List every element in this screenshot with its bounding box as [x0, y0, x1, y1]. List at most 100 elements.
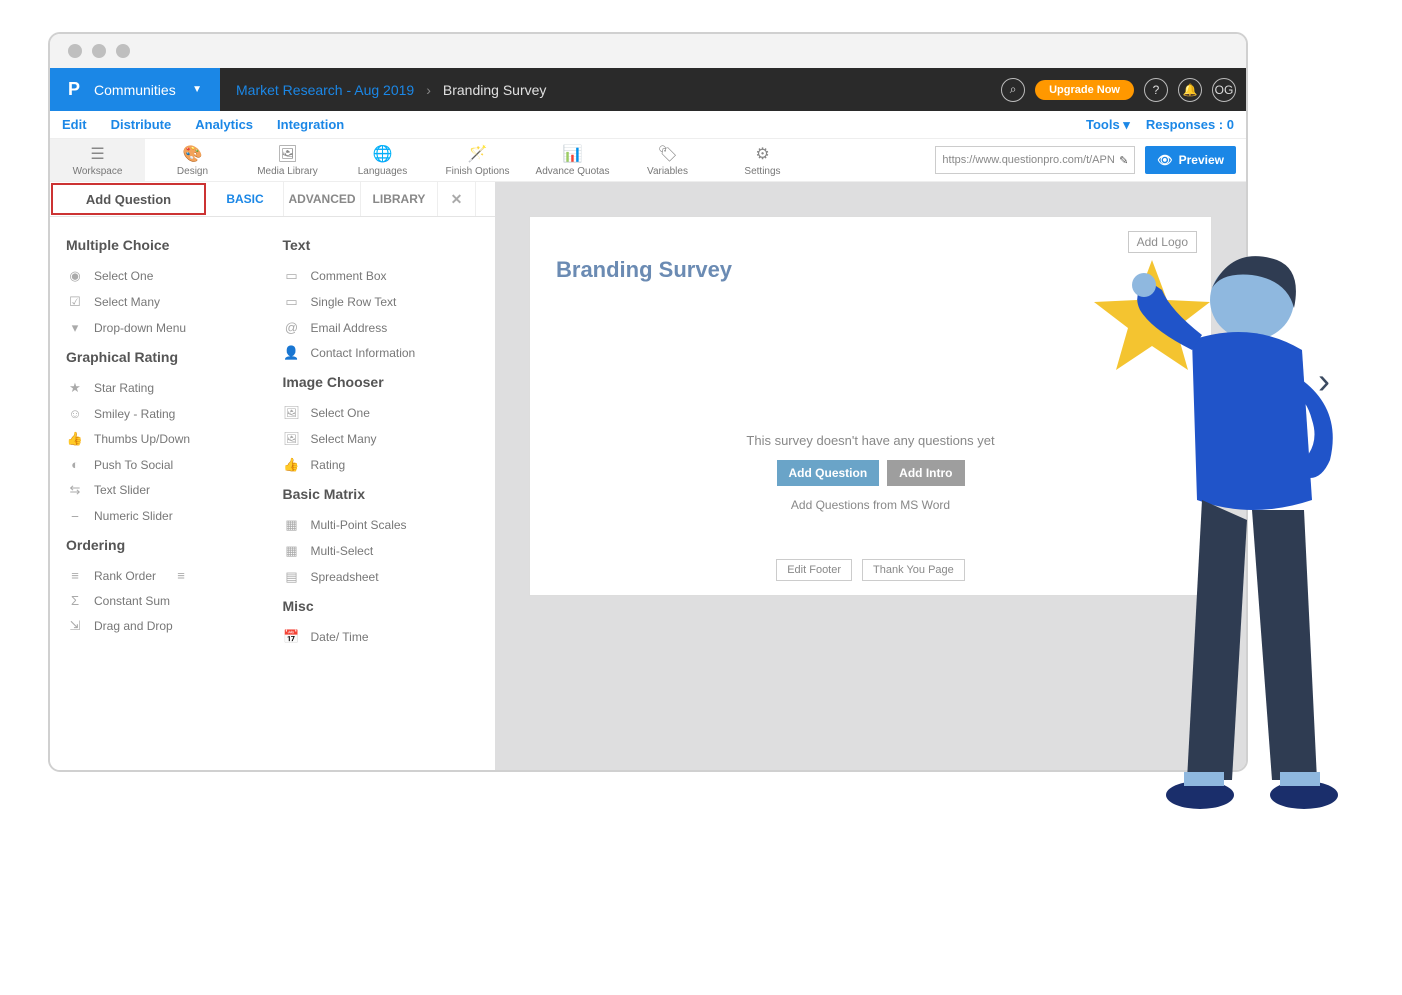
chevron-right-icon: › [426, 82, 431, 98]
subnav-edit[interactable]: Edit [62, 117, 87, 132]
eye-icon: 👁 [1157, 153, 1172, 167]
add-question-button[interactable]: Add Question [777, 460, 880, 486]
checkbox-icon: ☑ [66, 294, 84, 310]
survey-canvas: Add Logo Branding Survey This survey doe… [495, 182, 1246, 770]
topnav-right: ⌕ Upgrade Now ? 🔔 OG [1001, 78, 1246, 102]
breadcrumb: Market Research - Aug 2019 › Branding Su… [220, 82, 546, 98]
edit-footer-button[interactable]: Edit Footer [776, 559, 852, 581]
search-icon[interactable]: ⌕ [1001, 78, 1025, 102]
qtype-rank-order[interactable]: ≡Rank Order≡ [66, 563, 263, 588]
toolbar-media-library[interactable]: 🖼Media Library [240, 139, 335, 181]
tab-basic[interactable]: BASIC [207, 182, 284, 216]
pencil-icon[interactable]: ✎ [1119, 154, 1128, 167]
qtype-select-many[interactable]: ☑Select Many [66, 289, 263, 315]
toolbar-design[interactable]: 🎨Design [145, 139, 240, 181]
close-panel-icon[interactable]: ✕ [438, 182, 476, 216]
survey-url: https://www.questionpro.com/t/APNIFZ [942, 154, 1115, 166]
brand-selector[interactable]: P Communities ▼ [50, 68, 220, 111]
survey-title[interactable]: Branding Survey [556, 257, 1185, 283]
toolbar-finish-options[interactable]: 🪄Finish Options [430, 139, 525, 181]
drag-icon: ⇲ [66, 618, 84, 634]
grid-icon: ▦ [283, 517, 301, 533]
breadcrumb-project[interactable]: Market Research - Aug 2019 [236, 82, 414, 98]
qtype-dropdown[interactable]: ▾Drop-down Menu [66, 315, 263, 341]
qtype-smiley-rating[interactable]: ☺Smiley - Rating [66, 401, 263, 426]
window-titlebar [50, 34, 1246, 68]
bell-icon[interactable]: 🔔 [1178, 78, 1202, 102]
upgrade-button[interactable]: Upgrade Now [1035, 80, 1134, 100]
toolbar-variables[interactable]: 🏷Variables [620, 139, 715, 181]
thumbup-icon: 👍 [283, 457, 301, 473]
question-tabbar: Add Question BASIC ADVANCED LIBRARY ✕ [50, 182, 495, 217]
subnav-integration[interactable]: Integration [277, 117, 344, 132]
qtype-text-slider[interactable]: ⇆Text Slider [66, 477, 263, 503]
qtype-email[interactable]: @Email Address [283, 315, 480, 340]
qtype-datetime[interactable]: 📅Date/ Time [283, 624, 480, 650]
comment-icon: ▭ [283, 268, 301, 284]
tools-dropdown[interactable]: Tools ▾ [1086, 117, 1130, 133]
window-dot-3 [116, 44, 130, 58]
workspace-icon: ☰ [90, 144, 104, 164]
tab-advanced[interactable]: ADVANCED [284, 182, 361, 216]
survey-url-box[interactable]: https://www.questionpro.com/t/APNIFZ ✎ [935, 146, 1135, 174]
at-icon: @ [283, 320, 301, 335]
qtype-img-rating[interactable]: 👍Rating [283, 452, 480, 478]
qtype-push-social[interactable]: ◐Push To Social [66, 452, 263, 477]
qtype-drag-drop[interactable]: ⇲Drag and Drop [66, 613, 263, 639]
responses-count[interactable]: Responses : 0 [1146, 117, 1234, 132]
qtype-multipoint[interactable]: ▦Multi-Point Scales [283, 512, 480, 538]
qtype-contact[interactable]: 👤Contact Information [283, 340, 480, 366]
add-logo-button[interactable]: Add Logo [1128, 231, 1197, 253]
design-icon: 🎨 [183, 144, 203, 164]
toolbar-settings[interactable]: ⚙Settings [715, 139, 810, 181]
star-icon: ★ [66, 380, 84, 396]
group-ordering: Ordering [66, 537, 263, 553]
add-question-highlight[interactable]: Add Question [51, 183, 206, 215]
qtype-img-select-one[interactable]: 🖼Select One [283, 400, 480, 426]
qtype-star-rating[interactable]: ★Star Rating [66, 375, 263, 401]
radio-icon: ◉ [66, 268, 84, 284]
qtype-thumbs[interactable]: 👍Thumbs Up/Down [66, 426, 263, 452]
add-intro-button[interactable]: Add Intro [887, 460, 964, 486]
preview-button[interactable]: 👁Preview [1145, 146, 1236, 174]
question-types-grid: Multiple Choice ◉Select One ☑Select Many… [50, 217, 495, 662]
smiley-icon: ☺ [66, 406, 84, 421]
chevron-right-icon: › [1318, 360, 1330, 402]
numeric-slider-icon: ⎯ [66, 508, 84, 524]
qtype-select-one[interactable]: ◉Select One [66, 263, 263, 289]
toolbar-advance-quotas[interactable]: 📊Advance Quotas [525, 139, 620, 181]
brand-logo: P [68, 79, 80, 100]
thank-you-page-button[interactable]: Thank You Page [862, 559, 965, 581]
group-image-chooser: Image Chooser [283, 374, 480, 390]
chevron-down-icon: ▾ [1123, 117, 1130, 132]
grid-icon-2: ▦ [283, 543, 301, 559]
qtype-multiselect[interactable]: ▦Multi-Select [283, 538, 480, 564]
subnav-analytics[interactable]: Analytics [195, 117, 253, 132]
rank-icon: ≡ [66, 568, 84, 583]
qtype-comment-box[interactable]: ▭Comment Box [283, 263, 480, 289]
window-dot-1 [68, 44, 82, 58]
qtype-numeric-slider[interactable]: ⎯Numeric Slider [66, 503, 263, 529]
help-icon[interactable]: ? [1144, 78, 1168, 102]
qtype-img-select-many[interactable]: 🖼Select Many [283, 426, 480, 452]
breadcrumb-survey: Branding Survey [443, 82, 547, 98]
quotas-icon: 📊 [563, 144, 583, 164]
finish-icon: 🪄 [468, 144, 488, 164]
sum-icon: Σ [66, 593, 84, 608]
toolbar-workspace[interactable]: ☰Workspace [50, 139, 145, 181]
qtype-constant-sum[interactable]: ΣConstant Sum [66, 588, 263, 613]
languages-icon: 🌐 [373, 144, 393, 164]
slider-icon: ⇆ [66, 482, 84, 498]
qtype-single-row[interactable]: ▭Single Row Text [283, 289, 480, 315]
tab-library[interactable]: LIBRARY [361, 182, 438, 216]
group-text: Text [283, 237, 480, 253]
subnav-distribute[interactable]: Distribute [111, 117, 172, 132]
settings-icon: ⚙ [755, 144, 769, 164]
add-from-msword-link[interactable]: Add Questions from MS Word [556, 498, 1185, 512]
group-graphical-rating: Graphical Rating [66, 349, 263, 365]
thumb-icon: 👍 [66, 431, 84, 447]
qtype-spreadsheet[interactable]: ▤Spreadsheet [283, 564, 480, 590]
avatar[interactable]: OG [1212, 78, 1236, 102]
sub-nav: Edit Distribute Analytics Integration To… [50, 111, 1246, 139]
toolbar-languages[interactable]: 🌐Languages [335, 139, 430, 181]
